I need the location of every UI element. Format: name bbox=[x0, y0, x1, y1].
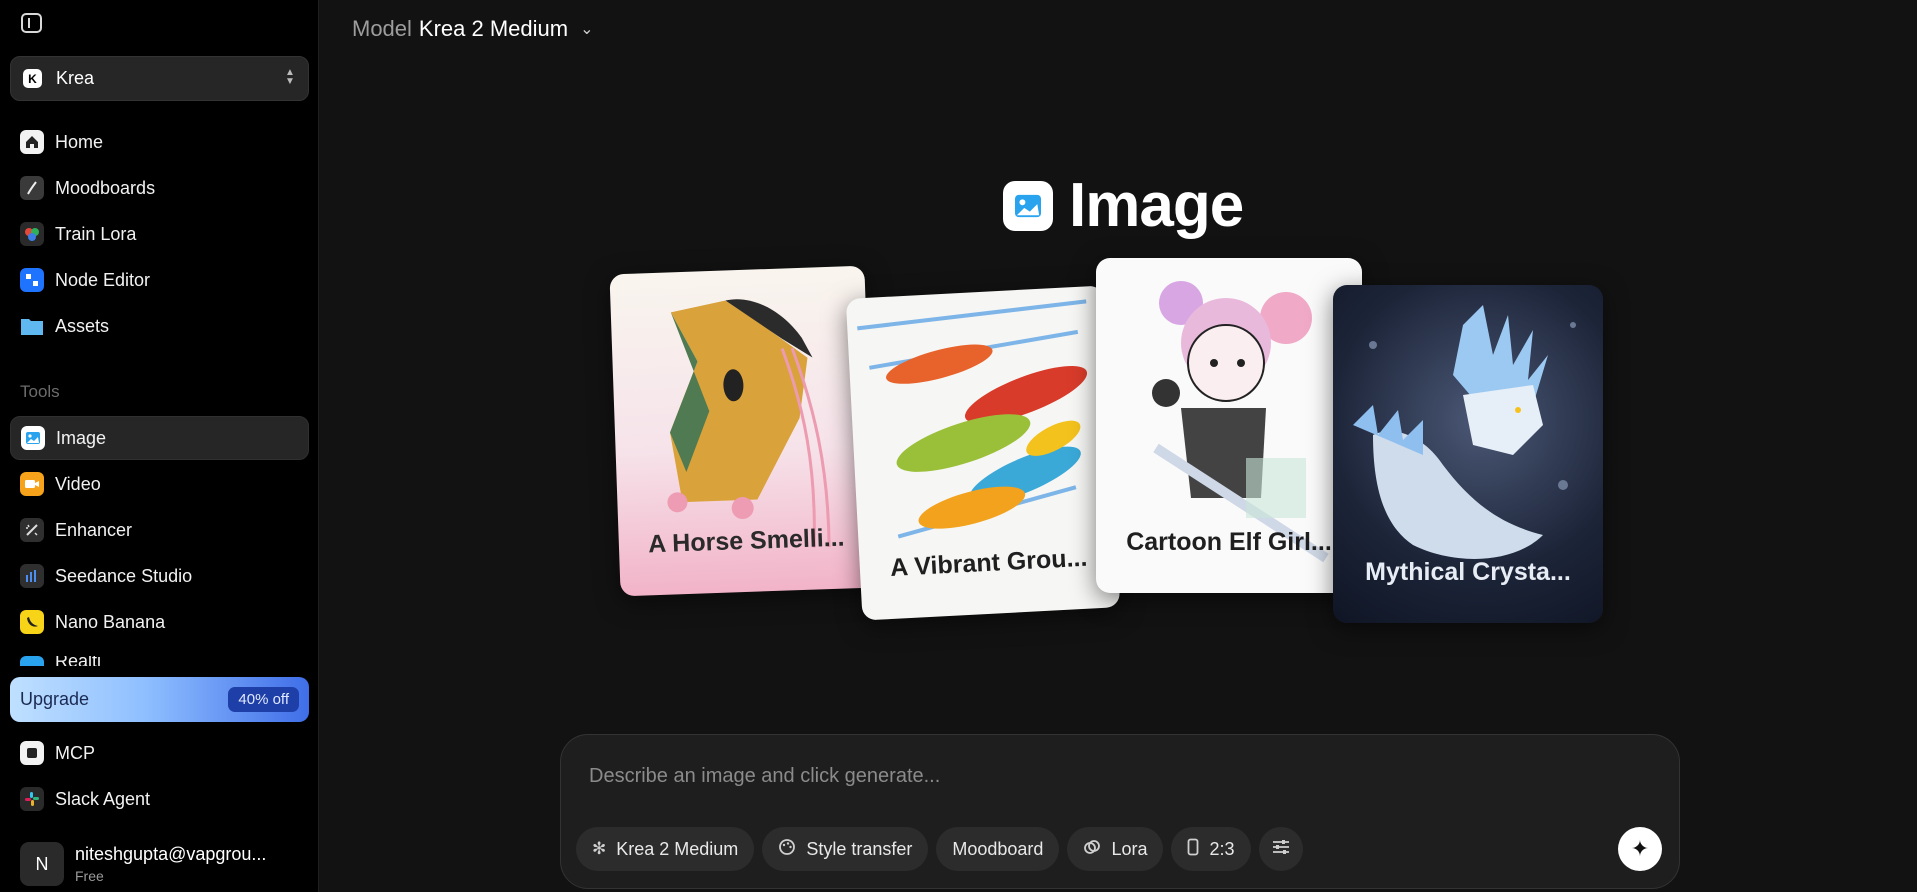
sidebar-item-label: Image bbox=[56, 427, 107, 448]
train-lora-icon bbox=[20, 222, 44, 246]
sidebar-item-label: Home bbox=[55, 131, 104, 152]
workspace-switcher[interactable]: K Krea ▲ ▼ bbox=[10, 56, 309, 101]
video-icon bbox=[20, 472, 44, 496]
example-card-elf[interactable]: Cartoon Elf Girl... bbox=[1096, 258, 1362, 593]
realtime-icon bbox=[20, 656, 44, 666]
moodboard-chip[interactable]: Moodboard bbox=[936, 827, 1060, 871]
example-card-koi[interactable]: A Vibrant Grou... bbox=[845, 285, 1121, 621]
image-icon bbox=[1003, 180, 1053, 231]
sidebar-item-label: MCP bbox=[55, 742, 95, 763]
sidebar-item-image[interactable]: Image bbox=[10, 416, 309, 460]
sidebar-item-mcp[interactable]: MCP bbox=[10, 731, 309, 775]
sidebar-item-label: Nano Banana bbox=[55, 611, 166, 632]
style-transfer-chip[interactable]: Style transfer bbox=[762, 827, 929, 871]
bottom-nav: MCP Slack Agent bbox=[10, 731, 309, 823]
chip-label: 2:3 bbox=[1209, 838, 1235, 859]
generate-button[interactable]: ✦ bbox=[1618, 827, 1662, 871]
sidebar-item-label: Train Lora bbox=[55, 223, 137, 244]
moodboards-icon bbox=[20, 176, 44, 200]
sidebar-item-seedance-studio[interactable]: Seedance Studio bbox=[10, 554, 309, 598]
sidebar-item-node-editor[interactable]: Node Editor bbox=[10, 258, 309, 302]
hero-heading: Image bbox=[1003, 170, 1244, 241]
model-chip[interactable]: ✻ Krea 2 Medium bbox=[576, 827, 755, 871]
sidebar-item-label: Assets bbox=[55, 315, 110, 336]
chip-label: Krea 2 Medium bbox=[616, 838, 739, 859]
app: K Krea ▲ ▼ Home Moodboards Train Lora No… bbox=[0, 0, 1917, 892]
sidebar-item-enhancer[interactable]: Enhancer bbox=[10, 508, 309, 552]
user-email: niteshgupta@vapgrou... bbox=[75, 844, 267, 864]
sidebar-item-moodboards[interactable]: Moodboards bbox=[10, 166, 309, 210]
aspect-ratio-chip[interactable]: 2:3 bbox=[1171, 827, 1251, 871]
sidebar-item-label: Enhancer bbox=[55, 519, 133, 540]
chevron-updown-icon: ▲ ▼ bbox=[285, 67, 295, 87]
banana-icon bbox=[20, 610, 44, 634]
image-icon bbox=[21, 426, 45, 450]
aspect-ratio-icon bbox=[1187, 838, 1199, 861]
sidebar-item-slack-agent[interactable]: Slack Agent bbox=[10, 777, 309, 821]
settings-chip[interactable] bbox=[1258, 827, 1303, 871]
upgrade-button[interactable]: Upgrade 40% off bbox=[10, 677, 309, 722]
sidebar-item-nano-banana[interactable]: Nano Banana bbox=[10, 600, 309, 644]
sidebar-item-label: Moodboards bbox=[55, 177, 156, 198]
sidebar-item-label: Node Editor bbox=[55, 269, 151, 290]
sidebar-toggle-icon[interactable] bbox=[21, 13, 42, 33]
sidebar-item-label: Seedance Studio bbox=[55, 565, 193, 586]
sidebar-item-label: Video bbox=[55, 473, 101, 494]
enhancer-icon bbox=[20, 518, 44, 542]
user-plan: Free bbox=[75, 868, 104, 884]
example-card-dragon[interactable]: Mythical Crysta... bbox=[1333, 285, 1603, 623]
card-title: Cartoon Elf Girl... bbox=[1126, 528, 1332, 556]
model-prefix-label: Model bbox=[352, 16, 412, 41]
main-nav: Home Moodboards Train Lora Node Editor A… bbox=[10, 120, 309, 350]
sidebar-item-label: Slack Agent bbox=[55, 788, 151, 809]
sidebar-item-train-lora[interactable]: Train Lora bbox=[10, 212, 309, 256]
palette-icon bbox=[778, 838, 796, 861]
home-icon bbox=[20, 130, 44, 154]
tools-section-label: Tools bbox=[20, 382, 60, 401]
mcp-icon bbox=[20, 741, 44, 765]
model-selector[interactable]: Model Krea 2 Medium ⌄ bbox=[352, 16, 594, 42]
chip-label: Moodboard bbox=[952, 838, 1044, 859]
slack-icon bbox=[20, 787, 44, 811]
chevron-down-icon: ⌄ bbox=[580, 21, 594, 38]
lora-chip[interactable]: Lora bbox=[1067, 827, 1164, 871]
avatar: N bbox=[20, 842, 64, 886]
sidebar-item-home[interactable]: Home bbox=[10, 120, 309, 164]
folder-icon bbox=[20, 314, 44, 338]
sidebar-item-realtime[interactable]: Realti bbox=[10, 646, 309, 666]
user-account[interactable]: N niteshgupta@vapgrou... Free bbox=[20, 842, 266, 886]
sparkle-icon: ✦ bbox=[1630, 836, 1650, 861]
sidebar-item-video[interactable]: Video bbox=[10, 462, 309, 506]
page-title: Image bbox=[1069, 171, 1244, 240]
tools-nav: Image Video Enhancer Seedance Studio Nan… bbox=[10, 416, 309, 668]
sliders-icon bbox=[1271, 838, 1291, 861]
discount-badge: 40% off bbox=[228, 687, 299, 712]
chip-label: Style transfer bbox=[806, 838, 913, 859]
model-name: Krea 2 Medium bbox=[418, 16, 569, 41]
upgrade-label: Upgrade bbox=[20, 689, 90, 709]
seedance-icon bbox=[20, 564, 44, 588]
example-card-horse[interactable]: A Horse Smelli... bbox=[609, 265, 876, 597]
prompt-options: ✻ Krea 2 Medium Style transfer Moodboard… bbox=[576, 827, 1311, 871]
prompt-input[interactable] bbox=[589, 761, 1589, 791]
prompt-box: ✻ Krea 2 Medium Style transfer Moodboard… bbox=[560, 734, 1680, 889]
krea-logo-icon: K bbox=[23, 69, 42, 88]
sidebar-item-assets[interactable]: Assets bbox=[10, 304, 309, 348]
node-editor-icon bbox=[20, 268, 44, 292]
lora-icon bbox=[1083, 838, 1101, 861]
workspace-name: Krea bbox=[56, 68, 95, 88]
chip-label: Lora bbox=[1111, 838, 1148, 859]
card-title: Mythical Crysta... bbox=[1365, 558, 1571, 586]
krea-logo-icon: ✻ bbox=[592, 839, 607, 858]
sidebar-item-label: Realti bbox=[55, 656, 102, 666]
sidebar: K Krea ▲ ▼ Home Moodboards Train Lora No… bbox=[0, 0, 319, 892]
